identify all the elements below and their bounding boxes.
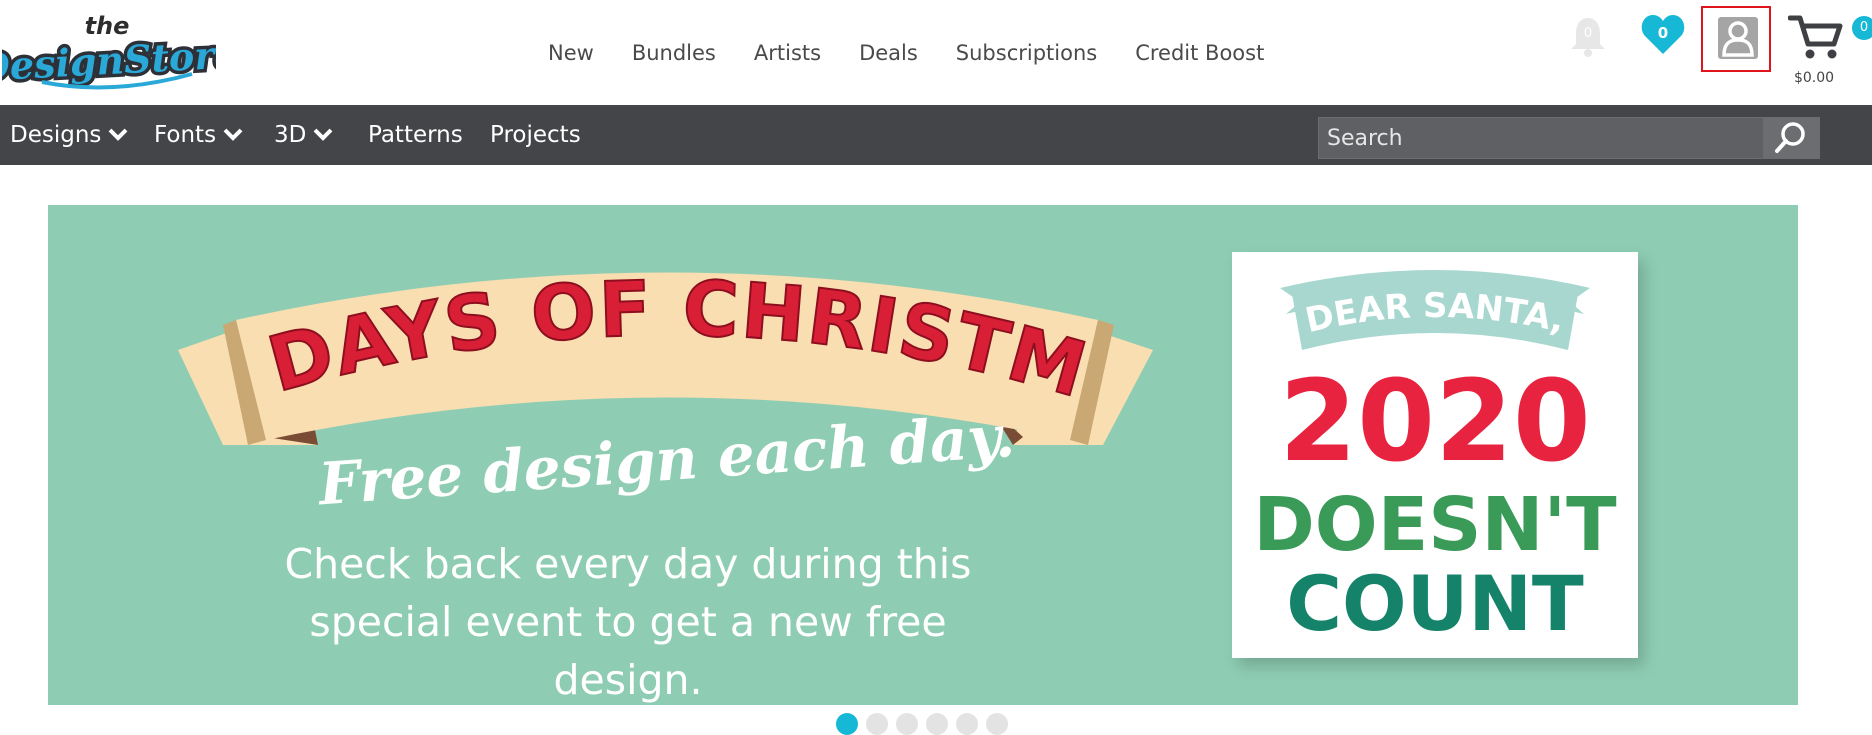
nav-deals[interactable]: Deals bbox=[859, 38, 918, 68]
logo-main-text: DesignStore bbox=[2, 31, 216, 90]
banner-script-line: Free design each day. bbox=[314, 402, 1016, 519]
nav-new[interactable]: New bbox=[548, 38, 594, 68]
banner-subtext-line-1: Check back every day during this bbox=[284, 540, 972, 588]
search-input[interactable] bbox=[1319, 118, 1759, 158]
promo-card-graphic: DEAR SANTA, 2020 DOESN'T COUNT bbox=[1253, 270, 1617, 648]
card-line-1: DOESN'T bbox=[1253, 482, 1617, 568]
primary-nav: New Bundles Artists Deals Subscriptions … bbox=[548, 38, 1302, 68]
nav-3d-dropdown[interactable]: 3D bbox=[274, 105, 334, 165]
search-icon bbox=[1775, 122, 1805, 153]
banner-subtext: Check back every day during this special… bbox=[248, 535, 1008, 705]
cart-button[interactable] bbox=[1787, 12, 1848, 62]
favorites-count: 0 bbox=[1657, 24, 1669, 42]
nav-3d-label: 3D bbox=[274, 122, 307, 148]
nav-bundles[interactable]: Bundles bbox=[632, 38, 716, 68]
nav-designs-dropdown[interactable]: Designs bbox=[10, 105, 129, 165]
card-year: 2020 bbox=[1279, 357, 1591, 487]
cart-icon bbox=[1787, 15, 1843, 59]
promo-card: DEAR SANTA, 2020 DOESN'T COUNT bbox=[1232, 252, 1638, 658]
favorites-button[interactable]: 0 bbox=[1640, 12, 1686, 56]
nav-credit-boost[interactable]: Credit Boost bbox=[1135, 38, 1264, 68]
chevron-down-icon bbox=[223, 128, 243, 141]
nav-subscriptions[interactable]: Subscriptions bbox=[956, 38, 1097, 68]
logo-top-text: the bbox=[85, 12, 130, 40]
carousel-dot[interactable] bbox=[986, 713, 1008, 735]
carousel-dot[interactable] bbox=[956, 713, 978, 735]
chevron-down-icon bbox=[108, 128, 128, 141]
carousel-dot[interactable] bbox=[836, 713, 858, 735]
hero-banner[interactable]: 12 DAYS OF CHRISTMAS Free design each da… bbox=[48, 205, 1798, 705]
site-logo[interactable]: the DesignStore bbox=[2, 8, 216, 94]
user-icon bbox=[1718, 17, 1758, 59]
cart-count-badge: 0 bbox=[1852, 16, 1872, 40]
carousel-dot[interactable] bbox=[926, 713, 948, 735]
logo-graphic: the DesignStore bbox=[2, 10, 216, 93]
chevron-down-icon bbox=[313, 128, 333, 141]
search-button[interactable] bbox=[1763, 118, 1819, 158]
top-header: the DesignStore New Bundles Artists Deal… bbox=[0, 0, 1872, 105]
cart-total: $0.00 bbox=[1793, 70, 1835, 86]
nav-patterns[interactable]: Patterns bbox=[368, 105, 463, 165]
nav-fonts-dropdown[interactable]: Fonts bbox=[154, 105, 244, 165]
nav-fonts-label: Fonts bbox=[154, 122, 217, 148]
notifications-button[interactable]: 0 bbox=[1566, 14, 1610, 58]
carousel-dot[interactable] bbox=[866, 713, 888, 735]
nav-artists[interactable]: Artists bbox=[754, 38, 821, 68]
banner-subtext-line-2: special event to get a new free design. bbox=[309, 598, 947, 704]
card-line-2: COUNT bbox=[1286, 559, 1584, 648]
notifications-count: 0 bbox=[1583, 26, 1593, 41]
nav-projects[interactable]: Projects bbox=[490, 105, 581, 165]
account-button[interactable] bbox=[1701, 6, 1771, 72]
search-bar bbox=[1318, 117, 1820, 159]
carousel-dot[interactable] bbox=[896, 713, 918, 735]
carousel-dots bbox=[836, 713, 1016, 735]
nav-designs-label: Designs bbox=[10, 122, 102, 148]
